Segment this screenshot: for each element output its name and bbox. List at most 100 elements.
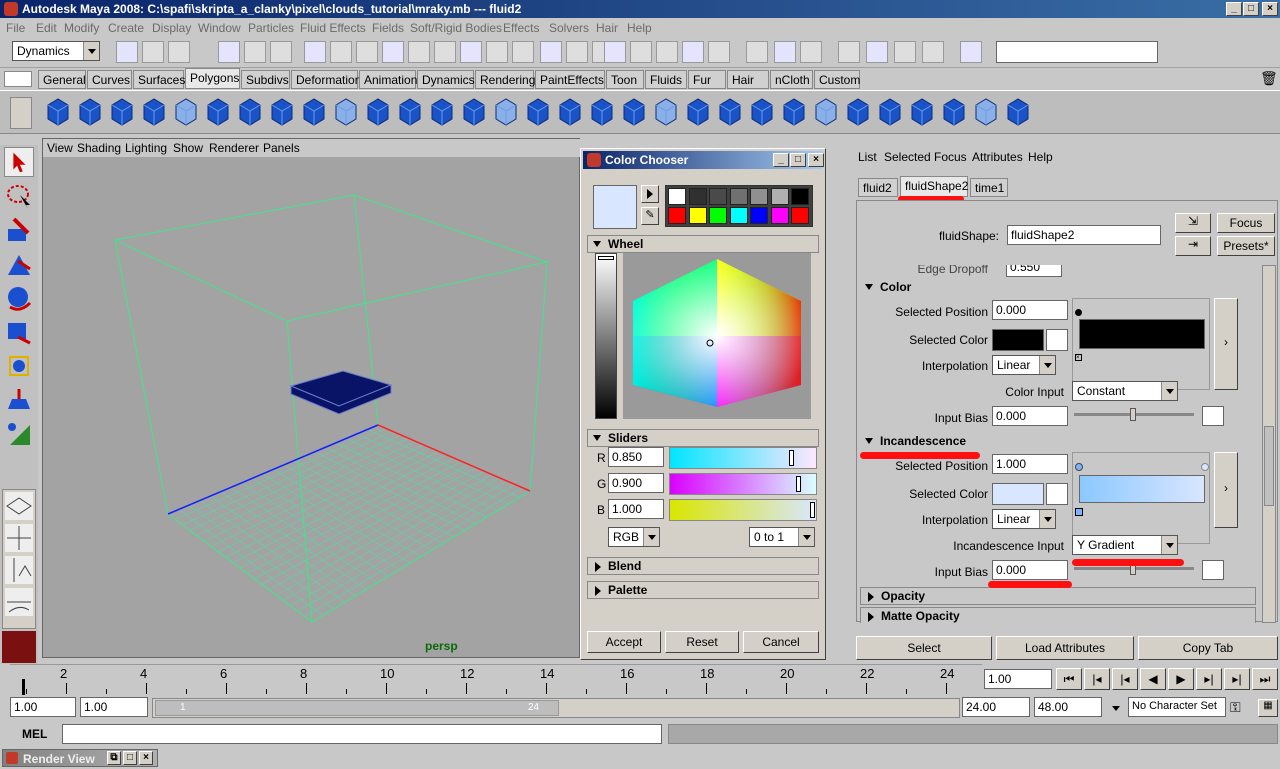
color-input-dropdown[interactable]: Constant	[1072, 381, 1178, 401]
color-ramp-handle[interactable]	[1075, 309, 1082, 316]
minimize-button[interactable]: _	[773, 153, 789, 167]
node-tab-time1[interactable]: time1	[970, 178, 1008, 197]
shelf-tab-toon[interactable]: Toon	[606, 70, 644, 89]
b-slider[interactable]	[669, 499, 817, 521]
shelf-tab-painteffects[interactable]: PaintEffects	[535, 70, 605, 89]
incandescence-selected-color-swatch[interactable]	[992, 483, 1044, 505]
shelf-tab-surfaces[interactable]: Surfaces	[133, 70, 185, 89]
shelf-tab-deformation[interactable]: Deformation	[291, 70, 361, 89]
poly-mirror-icon[interactable]	[780, 95, 808, 127]
menu-create[interactable]: Create	[108, 21, 144, 35]
minimize-button[interactable]: _	[1226, 2, 1242, 16]
render-view-window[interactable]: Render View ⧉ □ ×	[2, 749, 158, 767]
menu-modify[interactable]: Modify	[64, 21, 99, 35]
viewport-menu-panels[interactable]: Panels	[263, 141, 300, 155]
node-tab-fluid2[interactable]: fluid2	[858, 178, 898, 197]
status-tool-icon[interactable]	[330, 41, 352, 63]
eyedropper-icon[interactable]: ✎	[641, 207, 659, 225]
viewport-menu-show[interactable]: Show	[173, 141, 203, 155]
shelf-tab-rendering[interactable]: Rendering	[475, 70, 535, 89]
menu-fields[interactable]: Fields	[372, 21, 404, 35]
menu-window[interactable]: Window	[198, 21, 241, 35]
poly-merge-icon[interactable]	[748, 95, 776, 127]
color-section-header[interactable]: Color	[860, 279, 1256, 297]
value-slider-handle[interactable]	[598, 256, 614, 260]
incandescence-map-button-icon[interactable]	[1046, 483, 1068, 505]
shelf-options-icon[interactable]	[4, 71, 32, 87]
status-tool-icon[interactable]	[682, 41, 704, 63]
incandescence-section-header[interactable]: Incandescence	[860, 433, 1256, 451]
shelf-tab-hair[interactable]: Hair	[727, 70, 769, 89]
step-back-key-icon[interactable]: |◂	[1084, 668, 1110, 690]
menu-file[interactable]: File	[6, 21, 25, 35]
persp-graph-layout-icon[interactable]	[5, 588, 33, 616]
soft-modification-icon[interactable]	[4, 385, 34, 415]
wheel-section-header[interactable]: Wheel	[587, 235, 819, 253]
poly-split-icon[interactable]	[556, 95, 584, 127]
universal-manipulator-icon[interactable]	[4, 351, 34, 381]
palette-swatch[interactable]	[709, 188, 727, 205]
copy-tab-button[interactable]: Copy Tab	[1138, 636, 1278, 660]
r-value-field[interactable]: 0.850	[608, 447, 664, 467]
shelf-tab-dynamics[interactable]: Dynamics	[417, 70, 475, 89]
select-tool-icon[interactable]	[4, 147, 34, 177]
r-slider-handle[interactable]	[789, 450, 794, 466]
viewport-menu-lighting[interactable]: Lighting	[125, 141, 167, 155]
ae-menu-selected[interactable]: Selected	[884, 150, 931, 164]
poly-bevel-icon[interactable]	[716, 95, 744, 127]
load-attributes-button[interactable]: Load Attributes	[996, 636, 1134, 660]
ae-menu-focus[interactable]: Focus	[934, 150, 967, 164]
reset-button[interactable]: Reset	[665, 631, 739, 653]
menu-hair[interactable]: Hair	[596, 21, 618, 35]
palette-swatch[interactable]	[729, 207, 748, 224]
incandescence-input-bias-map-icon[interactable]	[1202, 560, 1224, 580]
poly-append-icon[interactable]	[524, 95, 552, 127]
time-slider[interactable]: 2 4 6 8 10 12 14 16 18 20 22 24 1.00 ⏮ |◂ |◂ ◀ ▶ ▸| ▸| ⏭	[0, 664, 1280, 695]
sliders-section-header[interactable]: Sliders	[587, 429, 819, 447]
color-interpolation-dropdown[interactable]: Linear	[992, 355, 1056, 375]
menu-effects[interactable]: Effects	[503, 21, 539, 35]
status-tool-icon[interactable]	[434, 41, 456, 63]
play-backwards-icon[interactable]: ◀	[1140, 668, 1166, 690]
poly-torus-icon[interactable]	[204, 95, 232, 127]
maximize-button[interactable]: □	[1243, 2, 1259, 16]
menu-display[interactable]: Display	[152, 21, 191, 35]
status-tool-icon[interactable]	[838, 41, 860, 63]
status-tool-icon[interactable]	[604, 41, 626, 63]
menu-fluid-effects[interactable]: Fluid Effects	[300, 21, 366, 35]
b-slider-handle[interactable]	[810, 502, 815, 518]
command-input[interactable]	[62, 724, 662, 744]
status-tool-icon[interactable]	[512, 41, 534, 63]
paint-select-tool-icon[interactable]	[4, 215, 34, 245]
poly-insert-edge-loop-icon[interactable]	[588, 95, 616, 127]
g-slider-handle[interactable]	[796, 476, 801, 492]
go-to-start-icon[interactable]: ⏮	[1056, 668, 1082, 690]
incandescence-selected-position-field[interactable]: 1.000	[992, 454, 1068, 474]
poly-uv-editor-icon[interactable]	[940, 95, 968, 127]
node-tab-fluidshape2[interactable]: fluidShape2	[900, 176, 968, 197]
rotate-tool-icon[interactable]	[4, 283, 34, 313]
quick-select-field[interactable]	[996, 41, 1158, 63]
palette-swatch[interactable]	[791, 188, 809, 205]
menu-particles[interactable]: Particles	[248, 21, 294, 35]
status-tool-icon[interactable]	[922, 41, 944, 63]
shelf-tab-fur[interactable]: Fur	[688, 70, 726, 89]
step-back-frame-icon[interactable]: |◂	[1112, 668, 1138, 690]
poly-extract-icon[interactable]	[364, 95, 392, 127]
incandescence-ramp-editor[interactable]	[1072, 452, 1210, 544]
menu-edit[interactable]: Edit	[36, 21, 57, 35]
play-forwards-icon[interactable]: ▶	[1168, 668, 1194, 690]
status-tool-icon[interactable]	[382, 41, 404, 63]
color-map-button-icon[interactable]	[1046, 329, 1068, 351]
incandescence-interpolation-dropdown[interactable]: Linear	[992, 509, 1056, 529]
time-ruler[interactable]: 2 4 6 8 10 12 14 16 18 20 22 24	[10, 664, 982, 695]
palette-swatch[interactable]	[688, 188, 707, 205]
color-selected-color-swatch[interactable]	[992, 329, 1044, 351]
focus-button[interactable]: Focus	[1217, 213, 1275, 233]
poly-uv-cylindrical-icon[interactable]	[844, 95, 872, 127]
poly-plane-icon[interactable]	[172, 95, 200, 127]
key-icon[interactable]: ⚿	[1230, 699, 1256, 717]
menuset-dropdown[interactable]: Dynamics	[12, 41, 100, 61]
viewport-menu-view[interactable]: View	[47, 141, 73, 155]
shelf-tab-subdivs[interactable]: Subdivs	[241, 70, 290, 89]
